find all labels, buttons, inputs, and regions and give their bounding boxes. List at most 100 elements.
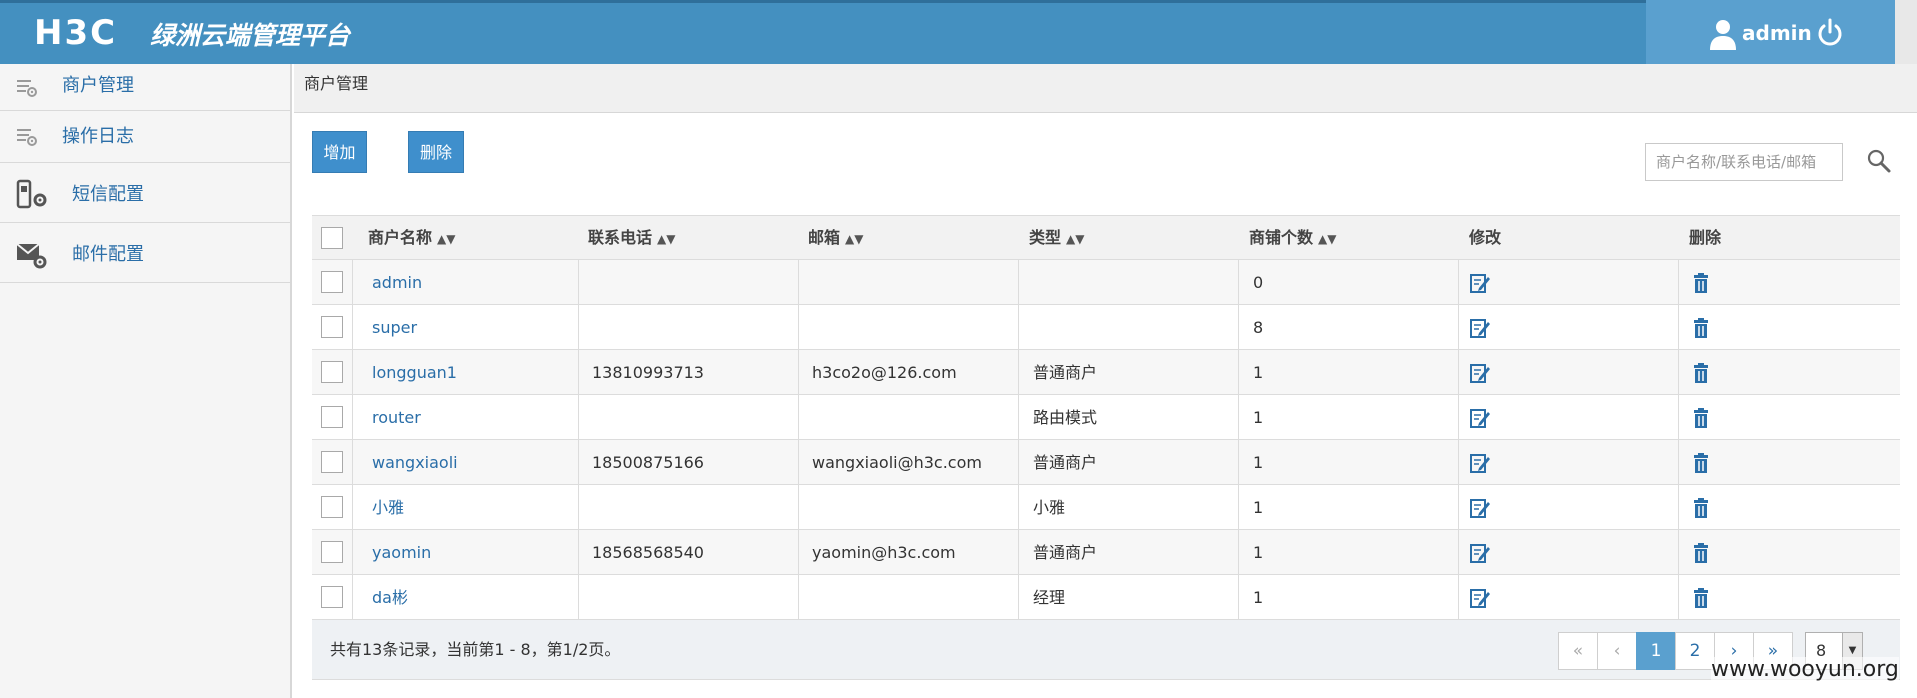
row-checkbox[interactable] bbox=[321, 271, 343, 293]
row-checkbox[interactable] bbox=[321, 541, 343, 563]
row-checkbox[interactable] bbox=[321, 586, 343, 608]
merchant-name-link[interactable]: wangxiaoli bbox=[372, 440, 458, 485]
column-divider bbox=[1238, 440, 1239, 485]
shop-count-cell: 1 bbox=[1253, 453, 1264, 472]
table-row: wangxiaoli 18500875166 wangxiaoli@h3c.com 普… bbox=[312, 440, 1900, 485]
row-checkbox[interactable] bbox=[321, 361, 343, 383]
edit-icon[interactable] bbox=[1469, 407, 1491, 429]
edit-icon[interactable] bbox=[1469, 317, 1491, 339]
table-row: 小雅 小雅 1 bbox=[312, 485, 1900, 530]
column-divider bbox=[798, 575, 799, 620]
column-divider bbox=[1458, 485, 1459, 530]
add-button[interactable]: 增加 bbox=[312, 131, 367, 173]
column-header-shops[interactable]: 商铺个数 ▲▼ bbox=[1249, 228, 1336, 249]
column-header-type[interactable]: 类型 ▲▼ bbox=[1029, 228, 1084, 249]
sidebar-item-sms[interactable]: 短信配置 bbox=[0, 163, 290, 223]
merchant-name-link[interactable]: da彬 bbox=[372, 575, 408, 620]
table-row: da彬 经理 1 bbox=[312, 575, 1900, 620]
column-divider bbox=[1018, 350, 1019, 395]
column-divider bbox=[578, 305, 579, 350]
column-header-name[interactable]: 商户名称 ▲▼ bbox=[368, 228, 455, 249]
page-2-button[interactable]: 2 bbox=[1675, 632, 1715, 670]
column-divider bbox=[578, 350, 579, 395]
row-checkbox[interactable] bbox=[321, 451, 343, 473]
search-icon[interactable] bbox=[1866, 148, 1892, 174]
table-row: longguan1 13810993713 h3co2o@126.com 普通商户 1 bbox=[312, 350, 1900, 395]
type-cell: 普通商户 bbox=[1033, 543, 1098, 562]
breadcrumb: 商户管理 bbox=[304, 74, 369, 93]
column-divider bbox=[352, 305, 353, 350]
type-cell: 路由模式 bbox=[1033, 408, 1098, 427]
column-divider bbox=[1238, 395, 1239, 440]
row-checkbox[interactable] bbox=[321, 406, 343, 428]
edit-icon[interactable] bbox=[1469, 362, 1491, 384]
sidebar-item-oplog[interactable]: 操作日志 bbox=[0, 111, 290, 163]
user-box: admin bbox=[1646, 0, 1895, 67]
merchant-name-link[interactable]: admin bbox=[372, 260, 422, 305]
email-cell: wangxiaoli@h3c.com bbox=[812, 453, 982, 472]
column-header-phone[interactable]: 联系电话 ▲▼ bbox=[588, 228, 675, 249]
column-header-delete: 删除 bbox=[1689, 228, 1722, 247]
column-divider bbox=[1238, 350, 1239, 395]
trash-icon[interactable] bbox=[1690, 542, 1712, 564]
phone-cell: 18500875166 bbox=[592, 453, 704, 472]
list-gear-icon bbox=[17, 80, 37, 97]
delete-button[interactable]: 删除 bbox=[408, 131, 464, 173]
column-divider bbox=[798, 485, 799, 530]
column-divider bbox=[352, 575, 353, 620]
column-divider bbox=[352, 440, 353, 485]
sidebar-item-merchant[interactable]: 商户管理 bbox=[0, 64, 290, 111]
column-divider bbox=[578, 395, 579, 440]
column-divider bbox=[1458, 530, 1459, 575]
column-divider bbox=[1238, 485, 1239, 530]
merchant-name-link[interactable]: yaomin bbox=[372, 530, 431, 575]
merchant-name-link[interactable]: 小雅 bbox=[372, 485, 404, 530]
trash-icon[interactable] bbox=[1690, 317, 1712, 339]
trash-icon[interactable] bbox=[1690, 587, 1712, 609]
row-checkbox[interactable] bbox=[321, 316, 343, 338]
phone-cell: 18568568540 bbox=[592, 543, 704, 562]
trash-icon[interactable] bbox=[1690, 272, 1712, 294]
first-page-button[interactable]: « bbox=[1558, 632, 1598, 670]
record-summary: 共有13条记录，当前第1 - 8，第1/2页。 bbox=[330, 640, 621, 659]
edit-icon[interactable] bbox=[1469, 452, 1491, 474]
trash-icon[interactable] bbox=[1690, 497, 1712, 519]
column-divider bbox=[578, 440, 579, 485]
column-divider bbox=[1018, 395, 1019, 440]
row-checkbox[interactable] bbox=[321, 496, 343, 518]
trash-icon[interactable] bbox=[1690, 362, 1712, 384]
app-title: 绿洲云端管理平台 bbox=[150, 21, 351, 50]
user-name[interactable]: admin bbox=[1742, 20, 1812, 46]
shop-count-cell: 1 bbox=[1253, 408, 1264, 427]
trash-icon[interactable] bbox=[1690, 407, 1712, 429]
shop-count-cell: 0 bbox=[1253, 273, 1264, 292]
column-header-email[interactable]: 邮箱 ▲▼ bbox=[808, 228, 863, 249]
column-divider bbox=[1458, 260, 1459, 305]
column-divider bbox=[798, 260, 799, 305]
select-all-checkbox[interactable] bbox=[321, 227, 343, 249]
merchant-name-link[interactable]: router bbox=[372, 395, 421, 440]
edit-icon[interactable] bbox=[1469, 542, 1491, 564]
merchant-name-link[interactable]: longguan1 bbox=[372, 350, 457, 395]
edit-icon[interactable] bbox=[1469, 587, 1491, 609]
merchant-name-link[interactable]: super bbox=[372, 305, 417, 350]
column-divider bbox=[1678, 485, 1679, 530]
column-divider bbox=[352, 260, 353, 305]
prev-page-button[interactable]: ‹ bbox=[1597, 632, 1637, 670]
watermark: www.wooyun.org bbox=[1711, 657, 1899, 683]
sidebar-item-mail[interactable]: 邮件配置 bbox=[0, 223, 290, 283]
table-row: admin 0 bbox=[312, 260, 1900, 305]
column-divider bbox=[1238, 305, 1239, 350]
column-divider bbox=[798, 440, 799, 485]
sidebar-item-label: 商户管理 bbox=[62, 75, 134, 96]
shop-count-cell: 1 bbox=[1253, 588, 1264, 607]
search-input[interactable] bbox=[1645, 143, 1843, 181]
page-1-button[interactable]: 1 bbox=[1636, 632, 1676, 670]
edit-icon[interactable] bbox=[1469, 497, 1491, 519]
table-row: super 8 bbox=[312, 305, 1900, 350]
edit-icon[interactable] bbox=[1469, 272, 1491, 294]
shop-count-cell: 8 bbox=[1253, 318, 1264, 337]
column-divider bbox=[1678, 305, 1679, 350]
trash-icon[interactable] bbox=[1690, 452, 1712, 474]
power-icon[interactable] bbox=[1816, 18, 1844, 48]
